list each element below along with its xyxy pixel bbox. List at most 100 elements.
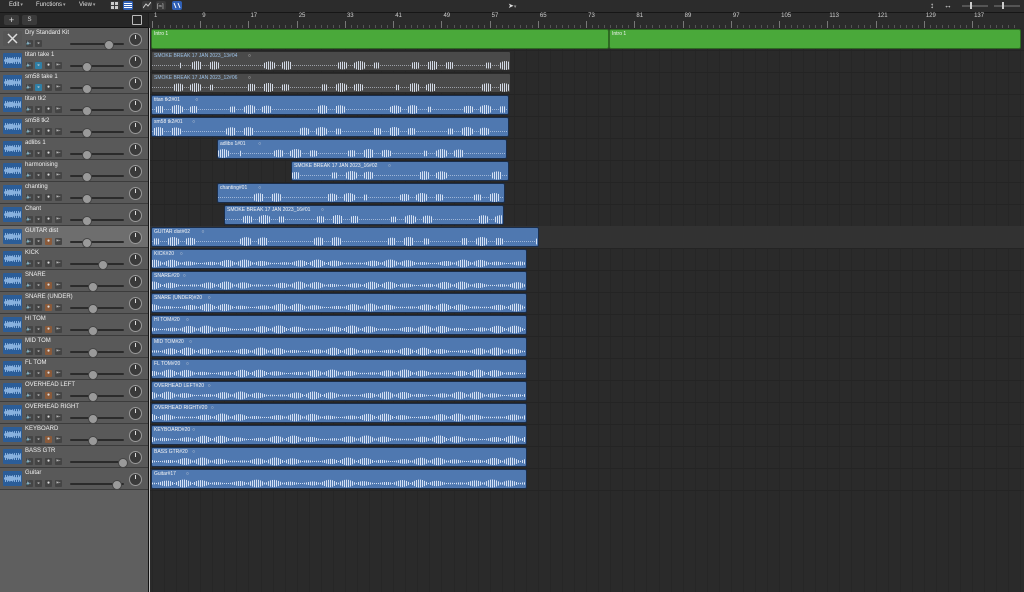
volume-fader-handle[interactable]: [82, 216, 92, 226]
volume-fader[interactable]: [70, 197, 124, 199]
freeze-button[interactable]: ⇤: [55, 480, 62, 487]
pan-knob[interactable]: [129, 77, 142, 90]
snap-button[interactable]: [172, 1, 182, 10]
track-header[interactable]: Guitar 🔈 ◒ ● ⇤: [0, 468, 148, 490]
input-monitor-button[interactable]: ◒: [35, 172, 42, 179]
volume-fader[interactable]: [70, 43, 124, 45]
audio-region[interactable]: SMOKE BREAK 17 JAN 2023_16#01 ○: [224, 205, 504, 225]
record-enable-button[interactable]: ●: [45, 436, 52, 443]
freeze-button[interactable]: ⇤: [55, 128, 62, 135]
freeze-button[interactable]: ⇤: [55, 238, 62, 245]
pan-knob[interactable]: [129, 33, 142, 46]
pan-knob[interactable]: [129, 209, 142, 222]
volume-fader[interactable]: [70, 87, 124, 89]
input-monitor-button[interactable]: ◒: [35, 326, 42, 333]
track-header[interactable]: BASS GTR 🔈 ◒ ● ⇤: [0, 446, 148, 468]
freeze-button[interactable]: ⇤: [55, 348, 62, 355]
volume-fader-handle[interactable]: [118, 458, 128, 468]
mute-button[interactable]: 🔈: [26, 238, 33, 245]
track-header[interactable]: OVERHEAD RIGHT 🔈 ◒ ● ⇤: [0, 402, 148, 424]
track-header[interactable]: sm58 take 1 🔈 ◒ ● ⇤: [0, 72, 148, 94]
mute-button[interactable]: 🔈: [26, 84, 33, 91]
track-header[interactable]: KICK 🔈 ◒ ● ⇤: [0, 248, 148, 270]
mute-button[interactable]: 🔈: [26, 62, 33, 69]
freeze-button[interactable]: ⇤: [55, 62, 62, 69]
mute-button[interactable]: 🔈: [26, 128, 33, 135]
record-enable-button[interactable]: ●: [45, 194, 52, 201]
horizontal-zoom-icon[interactable]: ↔: [944, 1, 952, 10]
volume-fader-handle[interactable]: [82, 150, 92, 160]
input-monitor-button[interactable]: ◒: [35, 458, 42, 465]
mute-button[interactable]: 🔈: [26, 326, 33, 333]
volume-fader[interactable]: [70, 109, 124, 111]
record-enable-button[interactable]: ●: [45, 172, 52, 179]
record-enable-button[interactable]: ●: [45, 106, 52, 113]
mute-button[interactable]: 🔈: [26, 392, 33, 399]
pan-knob[interactable]: [129, 363, 142, 376]
track-lane[interactable]: [149, 160, 1024, 183]
record-enable-button[interactable]: ●: [45, 84, 52, 91]
volume-fader[interactable]: [70, 263, 124, 265]
audio-region[interactable]: KICK#20 ○: [151, 249, 527, 269]
audio-region[interactable]: FL TOM#20 ○: [151, 359, 527, 379]
volume-fader-handle[interactable]: [88, 436, 98, 446]
record-enable-button[interactable]: ●: [45, 480, 52, 487]
freeze-button[interactable]: ⇤: [55, 392, 62, 399]
audio-region[interactable]: chanting#01 ○: [217, 183, 505, 203]
mute-button[interactable]: 🔈: [26, 260, 33, 267]
pan-knob[interactable]: [129, 253, 142, 266]
track-header[interactable]: HI TOM 🔈 ◒ ● ⇤: [0, 314, 148, 336]
input-monitor-button[interactable]: ◒: [35, 216, 42, 223]
mute-button[interactable]: 🔈: [26, 414, 33, 421]
pan-knob[interactable]: [129, 407, 142, 420]
input-monitor-button[interactable]: ◒: [35, 194, 42, 201]
input-monitor-button[interactable]: ◒: [35, 348, 42, 355]
volume-fader-handle[interactable]: [82, 172, 92, 182]
track-header[interactable]: OVERHEAD LEFT 🔈 ◒ ● ⇤: [0, 380, 148, 402]
track-header[interactable]: titan take 1 🔈 ◒ ● ⇤: [0, 50, 148, 72]
input-monitor-button[interactable]: ◒: [35, 282, 42, 289]
track-header[interactable]: FL TOM 🔈 ◒ ● ⇤: [0, 358, 148, 380]
audio-region[interactable]: SMOKE BREAK 17 JAN 2023_13#04 ○: [151, 51, 511, 71]
solo-button[interactable]: ◒: [35, 40, 42, 47]
track-header[interactable]: sm58 tk2 🔈 ◒ ● ⇤: [0, 116, 148, 138]
volume-fader[interactable]: [70, 241, 124, 243]
mute-button[interactable]: 🔈: [26, 282, 33, 289]
volume-fader-handle[interactable]: [82, 128, 92, 138]
volume-fader[interactable]: [70, 153, 124, 155]
audio-region[interactable]: HI TOM#20 ○: [151, 315, 527, 335]
window-icon[interactable]: [132, 15, 142, 25]
audio-region[interactable]: Guitar#17 ○: [151, 469, 527, 489]
playhead[interactable]: [149, 28, 150, 592]
input-monitor-button[interactable]: ◒: [35, 150, 42, 157]
flex-button[interactable]: [≈]: [156, 1, 166, 10]
drummer-region[interactable]: Intro 1: [609, 29, 1021, 49]
volume-fader[interactable]: [70, 131, 124, 133]
mute-button[interactable]: 🔈: [26, 194, 33, 201]
global-tracks-button[interactable]: S: [22, 15, 37, 25]
freeze-button[interactable]: ⇤: [55, 370, 62, 377]
record-enable-button[interactable]: ●: [45, 150, 52, 157]
input-monitor-button[interactable]: ◒: [35, 62, 42, 69]
input-monitor-button[interactable]: ◒: [35, 84, 42, 91]
freeze-button[interactable]: ⇤: [55, 194, 62, 201]
track-header[interactable]: Chant 🔈 ◒ ● ⇤: [0, 204, 148, 226]
mute-button[interactable]: 🔈: [26, 150, 33, 157]
drummer-region[interactable]: Intro 1: [151, 29, 609, 49]
input-monitor-button[interactable]: ◒: [35, 260, 42, 267]
audio-region[interactable]: SNARE#20 ○: [151, 271, 527, 291]
volume-fader[interactable]: [70, 461, 124, 463]
volume-fader-handle[interactable]: [98, 260, 108, 270]
track-header[interactable]: MID TOM 🔈 ◒ ● ⇤: [0, 336, 148, 358]
audio-region[interactable]: SMOKE BREAK 17 JAN 2023_12#06 ○: [151, 73, 511, 93]
input-monitor-button[interactable]: ◒: [35, 370, 42, 377]
mute-button[interactable]: 🔈: [26, 172, 33, 179]
pan-knob[interactable]: [129, 55, 142, 68]
track-header[interactable]: SNARE (UNDER) 🔈 ◒ ● ⇤: [0, 292, 148, 314]
audio-region[interactable]: GUITAR dist#02 ○: [151, 227, 539, 247]
vertical-zoom-slider[interactable]: [962, 2, 988, 9]
audio-region[interactable]: KEYBOARD#20 ○: [151, 425, 527, 445]
volume-fader-handle[interactable]: [82, 194, 92, 204]
track-header[interactable]: KEYBOARD 🔈 ◒ ● ⇤: [0, 424, 148, 446]
track-header[interactable]: SNARE 🔈 ◒ ● ⇤: [0, 270, 148, 292]
